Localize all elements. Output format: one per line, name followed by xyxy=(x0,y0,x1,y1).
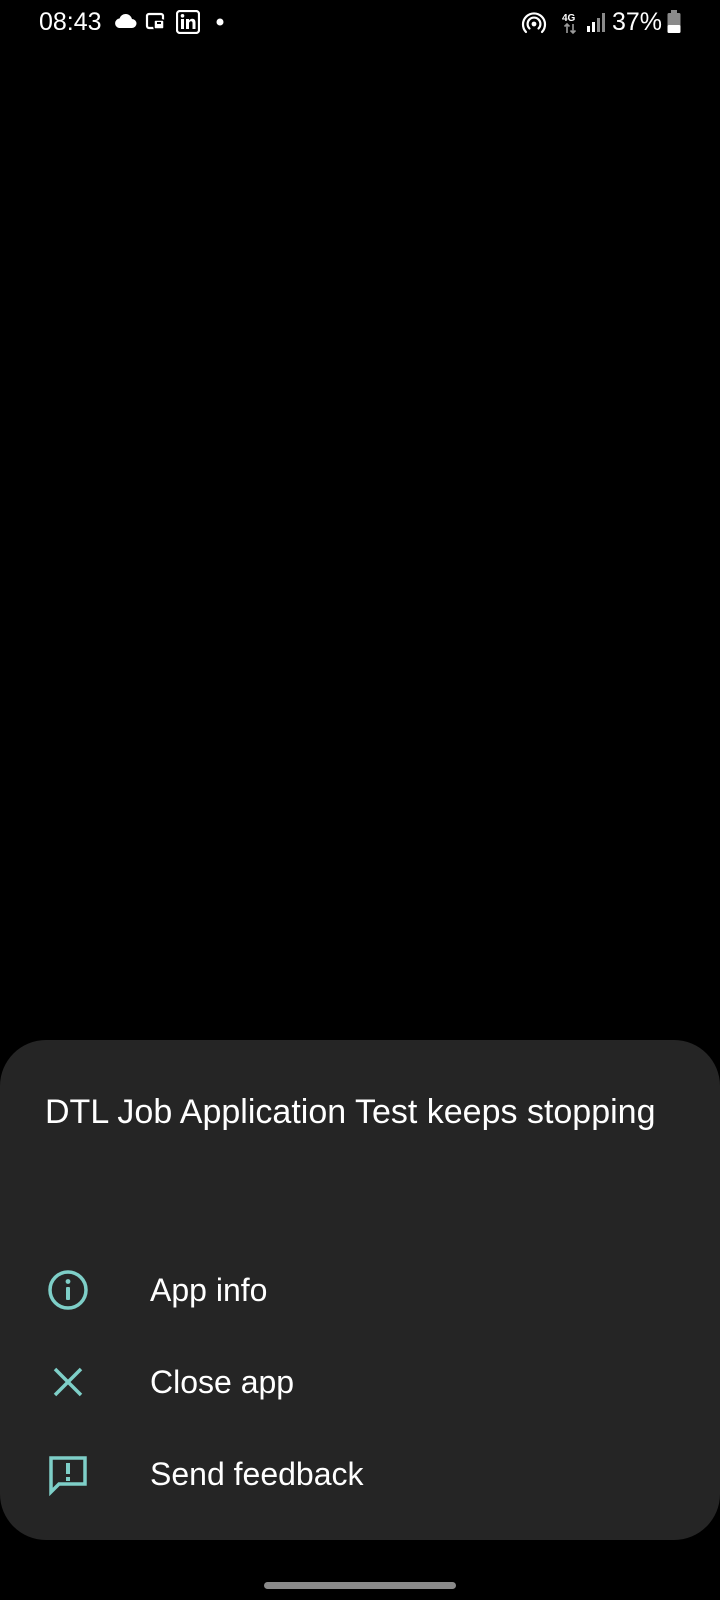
hotspot-icon xyxy=(521,12,547,34)
send-feedback-option[interactable]: Send feedback xyxy=(0,1428,720,1520)
linkedin-icon xyxy=(176,10,200,34)
cast-icon xyxy=(145,12,165,30)
battery-icon xyxy=(667,10,681,33)
status-time: 08:43 xyxy=(39,8,102,36)
status-bar: 08:43 4G 37% xyxy=(0,0,720,44)
signal-icon xyxy=(587,13,605,32)
close-app-option[interactable]: Close app xyxy=(0,1336,720,1428)
navigation-handle[interactable] xyxy=(264,1582,456,1589)
send-feedback-label: Send feedback xyxy=(150,1456,364,1492)
app-info-option[interactable]: App info xyxy=(0,1244,720,1336)
close-app-label: Close app xyxy=(150,1364,295,1400)
cloud-icon xyxy=(115,14,137,28)
svg-text:4G: 4G xyxy=(562,13,576,24)
app-info-label: App info xyxy=(150,1272,268,1308)
data-arrows-icon: 4G xyxy=(562,13,577,35)
dialog-title: DTL Job Application Test keeps stopping xyxy=(45,1093,656,1131)
feedback-icon xyxy=(49,1456,87,1496)
info-icon xyxy=(48,1270,88,1310)
dot-icon xyxy=(216,18,224,26)
battery-percent: 37% xyxy=(612,8,663,36)
close-icon xyxy=(53,1367,83,1397)
